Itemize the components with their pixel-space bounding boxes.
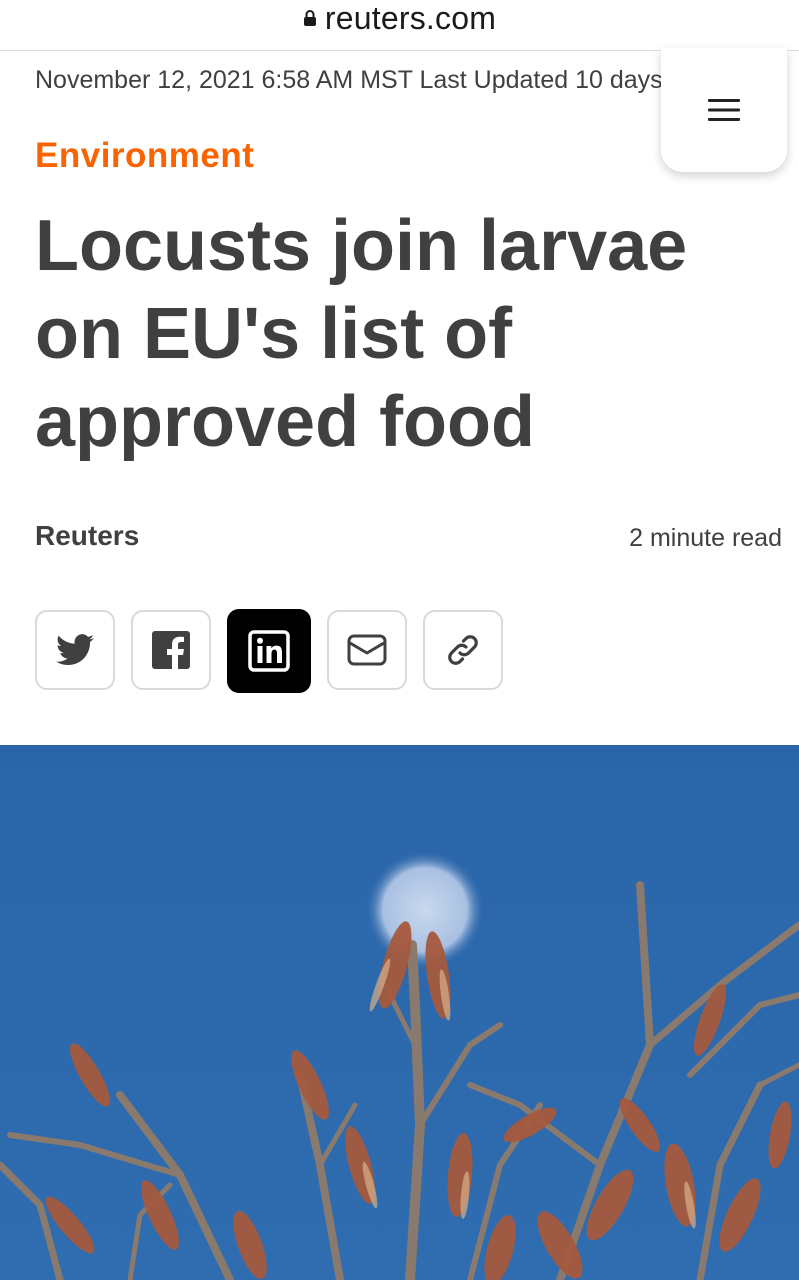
share-bar [35,609,503,693]
article-byline[interactable]: Reuters [35,520,139,552]
hero-image[interactable] [0,745,799,1280]
menu-button[interactable] [661,48,787,172]
share-linkedin-button[interactable] [227,609,311,693]
article-dateline: November 12, 2021 6:58 AM MST Last Updat… [35,66,665,94]
hamburger-icon [708,99,740,121]
section-link[interactable]: Environment [35,136,254,176]
browser-address-bar[interactable]: reuters.com [0,0,799,51]
facebook-icon [152,631,190,669]
share-facebook-button[interactable] [131,610,211,690]
locusts-photo [0,745,799,1280]
url-text: reuters.com [324,0,497,36]
copy-link-button[interactable] [423,610,503,690]
email-icon [347,634,387,666]
address-display[interactable]: reuters.com [303,0,496,37]
read-time: 2 minute read [629,524,782,552]
link-icon [448,635,478,665]
twitter-icon [56,634,94,666]
share-email-button[interactable] [327,610,407,690]
article-headline: Locusts join larvae on EU's list of appr… [35,206,688,462]
lock-icon [303,9,317,27]
linkedin-icon [248,630,290,672]
share-twitter-button[interactable] [35,610,115,690]
